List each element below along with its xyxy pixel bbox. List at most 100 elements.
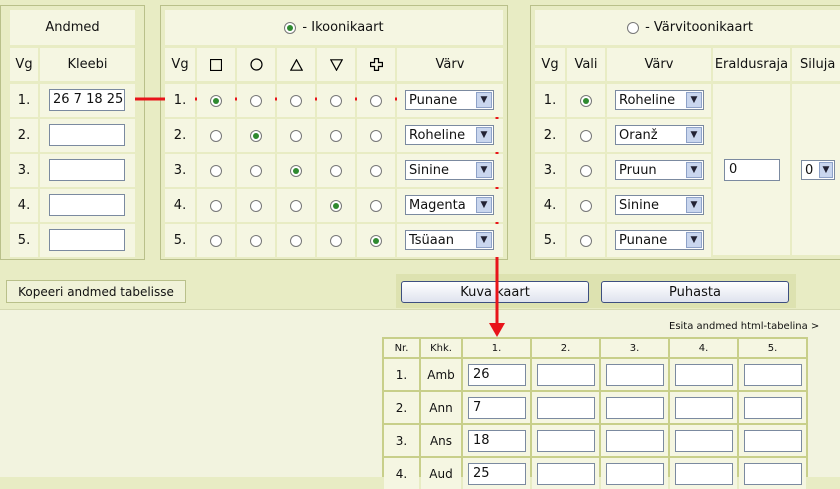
table-value-input[interactable] (537, 463, 595, 485)
icon-radio[interactable] (250, 129, 262, 142)
varvi-col-varv: Värv (607, 48, 711, 81)
icon-radio[interactable] (210, 234, 222, 247)
siluja-select[interactable]: 0 ▼ (801, 160, 835, 180)
icon-radio-cell (277, 189, 315, 222)
icon-radio[interactable] (290, 164, 302, 177)
table-value-input[interactable] (537, 430, 595, 452)
table-value-input[interactable]: 18 (468, 430, 526, 452)
icon-radio[interactable] (250, 199, 262, 212)
icon-radio[interactable] (330, 234, 342, 247)
chevron-down-icon: ▼ (686, 127, 702, 143)
eraldusraja-input[interactable]: 0 (724, 159, 780, 181)
icon-radio[interactable] (210, 94, 222, 107)
icon-radio[interactable] (370, 199, 382, 212)
table-row-khk: Ans (421, 425, 461, 456)
icon-radio[interactable] (370, 164, 382, 177)
icon-radio[interactable] (330, 164, 342, 177)
ikoon-color-select[interactable]: Punane ▼ (405, 90, 494, 110)
icon-radio[interactable] (330, 129, 342, 142)
table-value-input[interactable] (675, 397, 733, 419)
table-value-input[interactable]: 26 (468, 364, 526, 386)
varvi-vali-radio[interactable] (580, 164, 592, 177)
ikoon-color-select[interactable]: Tsüaan ▼ (405, 230, 494, 250)
kleebi-input[interactable] (49, 124, 125, 146)
icon-radio[interactable] (330, 199, 342, 212)
varvi-color-value: Sinine (619, 198, 659, 213)
varvi-color-select[interactable]: Oranž ▼ (615, 125, 704, 145)
table-col-khk: Khk. (421, 339, 461, 357)
icon-radio[interactable] (370, 129, 382, 142)
ikoon-color-select[interactable]: Roheline ▼ (405, 125, 494, 145)
table-value-input[interactable] (606, 430, 664, 452)
varvi-vali-cell (567, 224, 605, 257)
chevron-down-icon: ▼ (686, 92, 702, 108)
icon-radio[interactable] (250, 164, 262, 177)
varvi-vali-radio[interactable] (580, 94, 592, 107)
varvi-vali-radio[interactable] (580, 129, 592, 142)
ikoon-row-vg: 2. (165, 119, 195, 152)
table-value-input[interactable] (744, 463, 802, 485)
kleebi-input[interactable] (49, 229, 125, 251)
table-value-input[interactable] (537, 397, 595, 419)
html-table-link[interactable]: Esita andmed html-tabelina > (669, 321, 819, 332)
table-row-khk: Aud (421, 458, 461, 489)
table-value-input[interactable] (606, 397, 664, 419)
table-value-input[interactable] (744, 364, 802, 386)
kopeeri-button[interactable]: Kopeeri andmed tabelisse (6, 280, 186, 303)
icon-radio[interactable] (290, 94, 302, 107)
table-value-input[interactable]: 7 (468, 397, 526, 419)
table-row-nr: 2. (384, 392, 419, 423)
icon-radio[interactable] (210, 164, 222, 177)
table-value-input[interactable] (744, 430, 802, 452)
puhasta-button[interactable]: Puhasta (601, 281, 789, 303)
kleebi-input[interactable]: 26 7 18 25 5 (49, 89, 125, 111)
icon-radio[interactable] (370, 234, 382, 247)
ikoon-col-vg: Vg (165, 48, 195, 81)
varvi-mode-radio[interactable] (627, 21, 640, 34)
icon-radio[interactable] (250, 94, 262, 107)
chevron-down-icon: ▼ (686, 162, 702, 178)
icon-radio[interactable] (210, 199, 222, 212)
table-value-input[interactable] (675, 364, 733, 386)
triangle-up-icon (277, 48, 315, 81)
ikoon-color-select[interactable]: Magenta ▼ (405, 195, 494, 215)
varvi-vali-cell (567, 189, 605, 222)
icon-radio[interactable] (290, 199, 302, 212)
table-value-input[interactable] (675, 463, 733, 485)
table-col-head: 4. (670, 339, 737, 357)
varvi-color-select[interactable]: Sinine ▼ (615, 195, 704, 215)
varvi-row-vg: 5. (535, 224, 565, 257)
table-value-input[interactable] (744, 397, 802, 419)
table-col-head: 3. (601, 339, 668, 357)
table-col-head: 1. (463, 339, 530, 357)
varvi-vali-radio[interactable] (580, 234, 592, 247)
icon-radio[interactable] (330, 94, 342, 107)
icon-radio[interactable] (210, 129, 222, 142)
table-row-nr: 3. (384, 425, 419, 456)
andmed-col-vg: Vg (10, 48, 38, 81)
varvi-vali-cell (567, 84, 605, 117)
table-value-input[interactable]: 25 (468, 463, 526, 485)
icon-radio[interactable] (290, 129, 302, 142)
varvi-vali-radio[interactable] (580, 199, 592, 212)
varvi-color-select[interactable]: Roheline ▼ (615, 90, 704, 110)
triangle-down-icon (317, 48, 355, 81)
icon-radio[interactable] (250, 234, 262, 247)
kleebi-input[interactable] (49, 194, 125, 216)
table-row-nr: 4. (384, 458, 419, 489)
andmed-col-kleebi: Kleebi (40, 48, 135, 81)
table-value-input[interactable] (606, 463, 664, 485)
kuva-kaart-button[interactable]: Kuva kaart (401, 281, 589, 303)
table-value-input[interactable] (606, 364, 664, 386)
varvi-col-eraldus: Eraldusraja (713, 48, 790, 81)
varvi-color-select[interactable]: Punane ▼ (615, 230, 704, 250)
kleebi-input[interactable] (49, 159, 125, 181)
icon-radio[interactable] (370, 94, 382, 107)
varvi-color-select[interactable]: Pruun ▼ (615, 160, 704, 180)
table-value-input[interactable] (537, 364, 595, 386)
ikoon-color-select[interactable]: Sinine ▼ (405, 160, 494, 180)
table-value-input[interactable] (675, 430, 733, 452)
icon-radio-cell (237, 154, 275, 187)
ikoon-mode-radio[interactable] (284, 21, 297, 34)
icon-radio[interactable] (290, 234, 302, 247)
